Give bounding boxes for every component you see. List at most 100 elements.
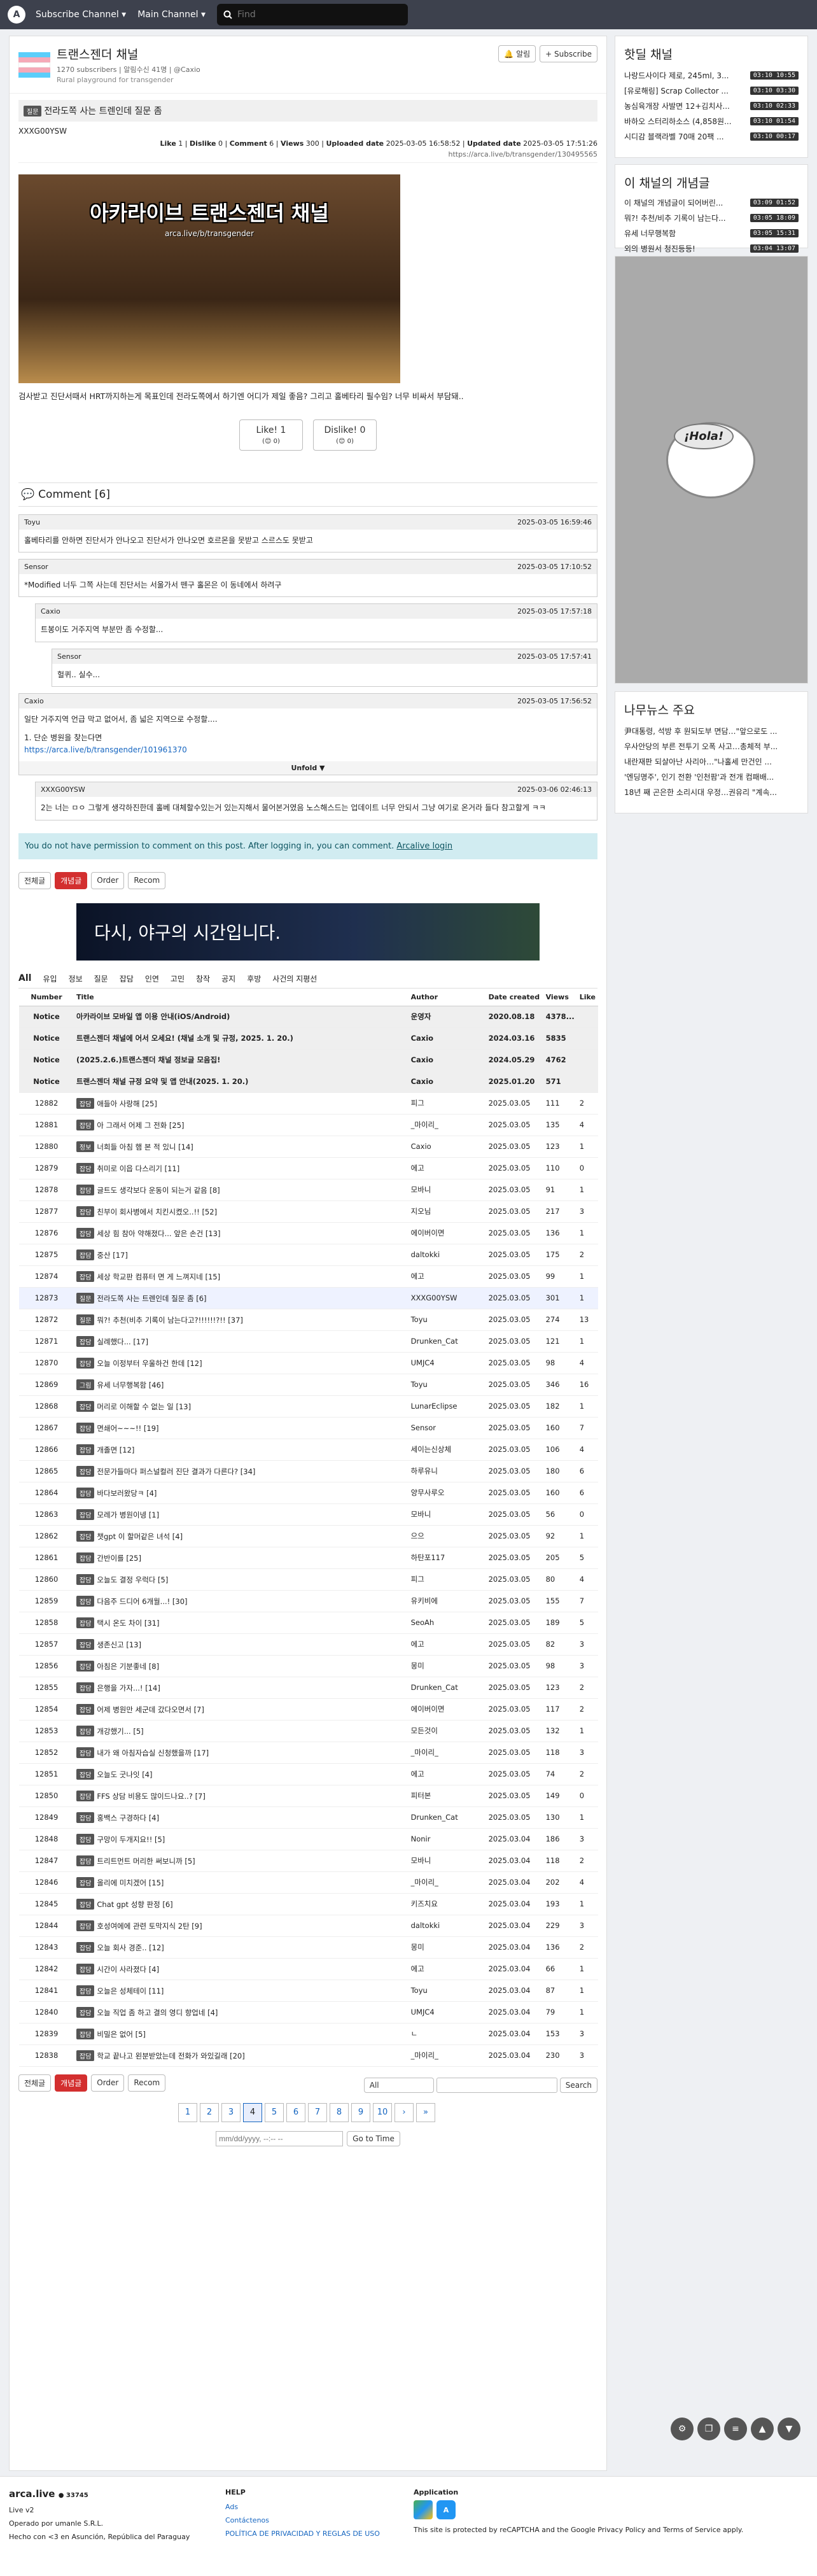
table-row[interactable]: 12881 잡담 아 그래서 어제 그 전화 [25] _마이리_ 2025.03.05… — [19, 1114, 598, 1136]
row-title[interactable]: 전라도쪽 사는 트렌인데 질문 좀 [6] — [97, 1294, 206, 1303]
table-row[interactable]: 12841 잡담 오늘은 성체테이 [11] Toyu 2025.03.04 87 1 — [19, 1980, 598, 2002]
page-button[interactable]: 8 — [330, 2102, 349, 2122]
table-row[interactable]: 12851 잡담 오늘도 굿나잇 [4] 에고 2025.03.05 74 2 — [19, 1763, 598, 1785]
order-select[interactable]: Order — [91, 2074, 125, 2092]
table-row[interactable]: 12853 잡담 개강했기... [5] 모든것이 2025.03.05 132 1 — [19, 1720, 598, 1742]
board-search-button[interactable]: Search — [559, 2077, 597, 2093]
row-author[interactable]: 에고 — [408, 1633, 486, 1656]
row-title[interactable]: 비밀은 없어 [5] — [97, 2030, 146, 2039]
sidebar-ad[interactable]: ¡Hola! — [615, 256, 808, 684]
row-author[interactable]: 피그 — [408, 1568, 486, 1591]
row-author[interactable]: 몽미 — [408, 1655, 486, 1677]
row-author[interactable]: 세이는신상체 — [408, 1439, 486, 1461]
tab-category[interactable]: 사건의 지평선 — [272, 973, 317, 984]
row-title[interactable]: 취미로 이읍 다스리기 [11] — [97, 1164, 179, 1173]
best-posts-button[interactable]: 개념글 — [55, 871, 88, 889]
comment-author[interactable]: XXXG00YSW — [41, 785, 85, 794]
row-author[interactable]: 모바니 — [408, 1850, 486, 1872]
row-author[interactable]: 양무사루오 — [408, 1482, 486, 1504]
table-row[interactable]: 12842 잡담 시간이 사라졌다 [4] 에고 2025.03.04 66 1 — [19, 1958, 598, 1980]
row-title[interactable]: 애들아 사랑해 [25] — [97, 1099, 157, 1108]
tab-category[interactable]: 잡담 — [120, 973, 134, 984]
row-author[interactable]: 모바니 — [408, 1503, 486, 1526]
row-title[interactable]: 유세 너무행복함 [46] — [97, 1381, 164, 1390]
table-row[interactable]: 12857 잡담 생존신고 [13] 에고 2025.03.05 82 3 — [19, 1633, 598, 1656]
row-title[interactable]: 너희들 아침 햄 본 적 있니 [14] — [97, 1143, 193, 1151]
tab-category[interactable]: 질문 — [94, 973, 108, 984]
table-row[interactable]: 12854 잡담 어제 병원만 세군데 갔다오면서 [7] 에이버이면 2025.03.… — [19, 1698, 598, 1721]
post-url[interactable]: https://arca.live/b/transgender/13049556… — [18, 150, 597, 163]
google-play-icon[interactable] — [414, 2500, 433, 2519]
row-author[interactable]: 에고 — [408, 1157, 486, 1179]
unfold-button[interactable]: Unfold ▼ — [19, 761, 597, 775]
tab-category[interactable]: 후방 — [247, 973, 261, 984]
page-button[interactable]: 7 — [308, 2102, 327, 2122]
table-row[interactable]: 12877 잡담 친부이 회사병에서 치킨시켰오..!! [52] 지오님 2025.0… — [19, 1200, 598, 1223]
search-input[interactable] — [237, 10, 397, 20]
row-title[interactable]: 오늘도 굿나잇 [4] — [97, 1770, 152, 1779]
table-row[interactable]: 12859 잡담 다음주 드디어 6개월...! [30] 유키비에 2025.03.0… — [19, 1590, 598, 1612]
table-row[interactable]: 12879 잡담 취미로 이읍 다스리기 [11] 에고 2025.03.05 110 0 — [19, 1157, 598, 1179]
row-title[interactable]: 트랜스젠더 채널에 어서 오세요! (채널 소개 및 규정, 2025. 1. … — [76, 1034, 293, 1043]
comment-author[interactable]: Sensor — [24, 563, 48, 571]
table-row[interactable]: 12838 잡담 학교 끝나고 왼분받았는데 전화가 와있길래 [20] _마이리_ 2… — [19, 2045, 598, 2067]
arrow-down-icon[interactable]: ▼ — [778, 2418, 800, 2440]
row-title[interactable]: 챗gpt 이 할머같은 녀석 [4] — [97, 1532, 183, 1541]
search-scope-select[interactable]: All — [363, 2077, 434, 2093]
table-row[interactable]: 12839 잡담 비밀은 없어 [5] ㄴ 2025.03.04 153 3 — [19, 2023, 598, 2045]
table-row[interactable]: 12849 잡담 홍백스 구경하다 [4] Drunken_Cat 2025.03.05… — [19, 1806, 598, 1829]
row-author[interactable]: 몽미 — [408, 1936, 486, 1959]
sidebar-list-item[interactable]: 외의 병원서 청진등등! 03:04 13:07 — [624, 243, 799, 254]
row-author[interactable]: Sensor — [408, 1417, 486, 1439]
login-link[interactable]: Arcalive login — [396, 841, 452, 851]
row-author[interactable]: 하루유니 — [408, 1460, 486, 1482]
table-row[interactable]: 12863 잡담 모레가 병원이넹 [1] 모바니 2025.03.05 56 0 — [19, 1503, 598, 1526]
channel-name[interactable]: 트랜스젠더 채널 — [57, 45, 492, 62]
ads-link[interactable]: Ads — [225, 2503, 380, 2511]
row-title[interactable]: 트랜스젠더 채널 규정 요약 및 앱 안내(2025. 1. 20.) — [76, 1077, 248, 1086]
table-row[interactable]: 12861 잡담 간반이를 [25] 하탄포117 2025.03.05 205 5 — [19, 1547, 598, 1569]
row-title[interactable]: 올리에 미치겠어 [15] — [97, 1878, 164, 1887]
table-row[interactable]: Notice 트랜스젠더 채널에 어서 오세요! (채널 소개 및 규정, 202… — [19, 1027, 598, 1050]
like-button[interactable]: Like! 1 (😊 0) — [239, 419, 303, 451]
comment-author[interactable]: Sensor — [57, 652, 81, 661]
recom-select[interactable]: Recom — [128, 2074, 166, 2092]
row-title[interactable]: 아 그래서 어제 그 전화 [25] — [97, 1121, 184, 1130]
row-title[interactable]: 글트도 생각보다 운동이 되는거 같음 [8] — [97, 1186, 220, 1195]
row-author[interactable]: Drunken_Cat — [408, 1806, 486, 1829]
tab-category[interactable]: 유입 — [43, 973, 57, 984]
row-title[interactable]: (2025.2.6.)트랜스젠더 채널 정보글 모음집! — [76, 1055, 220, 1064]
page-button[interactable]: 9 — [351, 2102, 370, 2122]
row-title[interactable]: 구망이 두개지요!! [5] — [97, 1835, 165, 1844]
row-author[interactable]: Nonir — [408, 1828, 486, 1850]
sidebar-list-item[interactable]: 바하오 스터리하소스 (4,858원... 03:10 01:54 — [624, 116, 799, 127]
row-author[interactable]: Toyu — [408, 1374, 486, 1396]
row-author[interactable]: daltokki — [408, 1915, 486, 1937]
table-row[interactable]: 12864 잡담 바다보러왔당ㅋ [4] 양무사루오 2025.03.05 160 6 — [19, 1482, 598, 1504]
table-row[interactable]: 12856 잡담 아침은 기분좋네 [8] 몽미 2025.03.05 98 3 — [19, 1655, 598, 1677]
row-author[interactable]: Caxio — [408, 1136, 486, 1158]
row-title[interactable]: 오늘 직업 좀 하고 결의 영디 향업네 [4] — [97, 2008, 218, 2017]
row-title[interactable]: 면쇄어~~~!! [19] — [97, 1424, 158, 1433]
table-row[interactable]: 12871 잡담 실례했다... [17] Drunken_Cat 2025.03.05… — [19, 1330, 598, 1353]
row-author[interactable]: Caxio — [408, 1049, 486, 1071]
comment-author[interactable]: Caxio — [41, 607, 60, 616]
subscribe-button[interactable]: + Subscribe — [540, 45, 597, 62]
table-row[interactable]: 12866 잡담 개졸면 [12] 세이는신상체 2025.03.05 106 4 — [19, 1439, 598, 1461]
best-posts-button[interactable]: 개념글 — [55, 2074, 88, 2092]
page-button[interactable]: 1 — [178, 2102, 197, 2122]
sidebar-list-item[interactable]: 뭐?! 추천/비추 기록이 남는다... 03:05 18:09 — [624, 213, 799, 223]
row-title[interactable]: 개졸면 [12] — [97, 1446, 134, 1454]
row-author[interactable]: Caxio — [408, 1071, 486, 1093]
page-button[interactable]: 3 — [221, 2102, 241, 2122]
row-title[interactable]: 개강했기... [5] — [97, 1727, 143, 1736]
alarm-button[interactable]: 🔔 알림 — [498, 45, 536, 62]
row-author[interactable]: 피그 — [408, 1092, 486, 1115]
row-author[interactable]: Caxio — [408, 1027, 486, 1050]
table-row[interactable]: 12848 잡담 구망이 두개지요!! [5] Nonir 2025.03.04 186 3 — [19, 1828, 598, 1850]
comment-author[interactable]: Caxio — [24, 697, 44, 705]
row-title[interactable]: 어제 병원만 세군데 갔다오면서 [7] — [97, 1705, 204, 1714]
row-author[interactable]: 하탄포117 — [408, 1547, 486, 1569]
row-title[interactable]: 중산 [17] — [97, 1251, 127, 1260]
tab-category[interactable]: 창작 — [196, 973, 210, 984]
